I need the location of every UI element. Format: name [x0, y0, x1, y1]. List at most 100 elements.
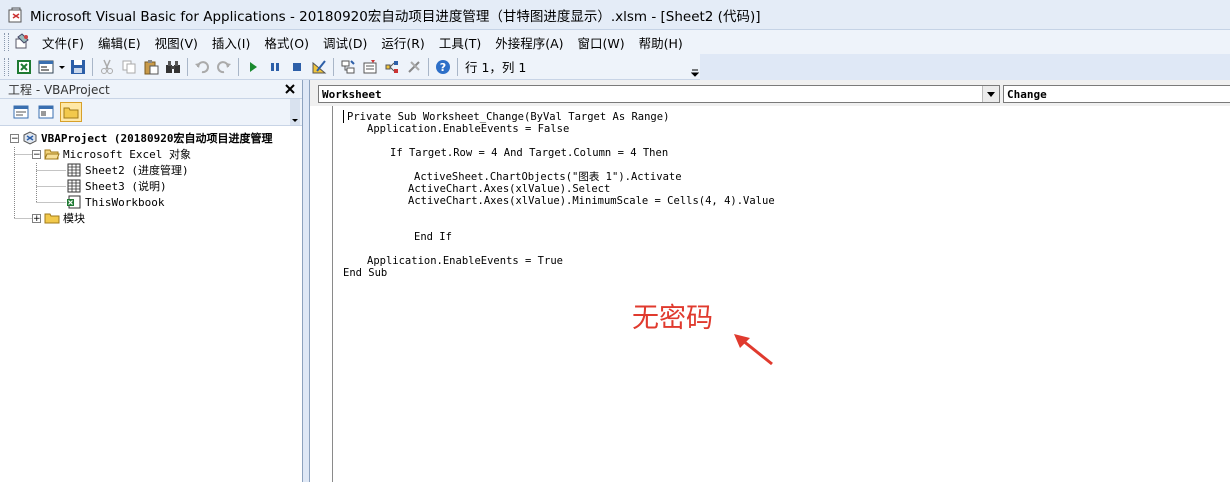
code-line[interactable]: Private Sub Worksheet_Change(ByVal Targe…	[347, 111, 669, 123]
view-code-button[interactable]	[10, 102, 32, 122]
object-combobox[interactable]: Worksheet	[318, 85, 1000, 103]
code-line[interactable]: ActiveSheet.ChartObjects("图表 1").Activat…	[414, 171, 682, 183]
tree-label: ThisWorkbook	[85, 195, 165, 209]
undo-icon	[195, 60, 209, 73]
code-margin-indicator-bar[interactable]	[310, 106, 333, 482]
project-tree: − VBAProject (20180920宏自动项目进度管理 − Micros…	[0, 126, 302, 225]
properties-window-button[interactable]	[359, 56, 381, 78]
menu-view[interactable]: 视图(V)	[148, 31, 205, 54]
tree-node-thisworkbook[interactable]: ThisWorkbook	[66, 194, 164, 210]
find-button[interactable]	[162, 56, 184, 78]
design-mode-button[interactable]	[308, 56, 330, 78]
play-icon	[250, 61, 257, 72]
toolbox-button[interactable]	[403, 56, 425, 78]
menu-insert[interactable]: 插入(I)	[205, 31, 257, 54]
tree-label: Sheet3 (说明)	[85, 180, 167, 193]
code-line[interactable]: ActiveChart.Axes(xlValue).Select	[408, 183, 610, 195]
insert-dropdown-button[interactable]	[57, 56, 67, 78]
run-button[interactable]	[242, 56, 264, 78]
insert-userform-button[interactable]	[35, 56, 57, 78]
cut-button[interactable]	[96, 56, 118, 78]
menu-debug[interactable]: 调试(D)	[316, 31, 374, 54]
excel-icon	[17, 59, 31, 74]
code-line[interactable]: ActiveChart.Axes(xlValue).MinimumScale =…	[408, 195, 775, 207]
design-mode-icon	[312, 59, 327, 73]
excel-view-icon[interactable]	[13, 33, 31, 51]
cursor-position: 行 1，列 1	[465, 60, 527, 75]
menu-run[interactable]: 运行(R)	[374, 31, 431, 54]
tree-node-sheet3[interactable]: Sheet3 (说明)	[66, 178, 167, 194]
tree-label: Sheet2 (进度管理)	[85, 164, 189, 177]
redo-icon	[217, 60, 231, 73]
project-explorer-close-button[interactable]	[282, 81, 298, 97]
tree-node-vbaproject[interactable]: − VBAProject (20180920宏自动项目进度管理	[10, 130, 272, 146]
procedure-combobox[interactable]: Change	[1003, 85, 1230, 103]
scissors-icon	[101, 59, 113, 74]
break-button[interactable]	[264, 56, 286, 78]
vba-app-icon	[8, 7, 22, 22]
menu-format[interactable]: 格式(O)	[257, 31, 316, 54]
project-toolbar-overflow[interactable]	[290, 99, 300, 125]
code-editor[interactable]: Private Sub Worksheet_Change(ByVal Targe…	[333, 106, 1230, 482]
toolbar-options-button[interactable]	[690, 56, 700, 78]
code-line[interactable]: End Sub	[343, 267, 387, 279]
paste-icon	[144, 59, 159, 74]
menu-edit[interactable]: 编辑(E)	[91, 31, 148, 54]
dropdown-arrow-icon	[59, 65, 65, 69]
menu-help[interactable]: 帮助(H)	[632, 31, 690, 54]
undo-button[interactable]	[191, 56, 213, 78]
toolbar-separator	[187, 57, 188, 76]
tree-node-excel-objects[interactable]: − Microsoft Excel 对象	[32, 146, 191, 162]
procedure-combobox-value: Change	[1007, 87, 1047, 101]
text-caret	[343, 110, 344, 123]
project-explorer-header: 工程 - VBAProject	[0, 80, 302, 99]
menu-addins[interactable]: 外接程序(A)	[488, 31, 570, 54]
properties-icon	[363, 59, 377, 73]
code-line[interactable]: End If	[414, 231, 452, 243]
worksheet-icon	[67, 179, 81, 193]
title-bar: Microsoft Visual Basic for Applications …	[0, 0, 1230, 30]
code-line[interactable]: Application.EnableEvents = False	[367, 123, 569, 135]
tree-node-modules[interactable]: + 模块	[32, 210, 85, 226]
menu-grip[interactable]	[4, 33, 9, 51]
copy-button[interactable]	[118, 56, 140, 78]
object-browser-icon	[385, 60, 398, 73]
toolbar-grip[interactable]	[4, 57, 9, 76]
workbook-icon	[67, 195, 81, 209]
annotation-text: 无密码	[632, 303, 713, 334]
redo-button[interactable]	[213, 56, 235, 78]
copy-icon	[122, 60, 136, 73]
reset-button[interactable]	[286, 56, 308, 78]
view-object-button[interactable]	[35, 102, 57, 122]
tree-node-sheet2[interactable]: Sheet2 (进度管理)	[66, 162, 189, 178]
toolbar-separator	[333, 57, 334, 76]
paste-button[interactable]	[140, 56, 162, 78]
toggle-folders-button[interactable]	[60, 102, 82, 122]
object-browser-button[interactable]	[381, 56, 403, 78]
view-excel-button[interactable]	[13, 56, 35, 78]
pause-icon	[271, 62, 279, 71]
collapse-toggle[interactable]: −	[32, 149, 41, 159]
menu-window[interactable]: 窗口(W)	[571, 31, 632, 54]
menu-file[interactable]: 文件(F)	[35, 31, 91, 54]
expand-toggle[interactable]: +	[32, 213, 41, 223]
collapse-toggle[interactable]: −	[10, 133, 19, 143]
folder-icon	[63, 107, 79, 119]
save-icon	[71, 59, 85, 74]
code-line[interactable]: If Target.Row = 4 And Target.Column = 4 …	[390, 147, 668, 159]
toolbox-icon	[408, 60, 420, 73]
save-button[interactable]	[67, 56, 89, 78]
object-combobox-dropdown[interactable]	[982, 86, 999, 102]
object-combobox-value: Worksheet	[322, 87, 382, 101]
menu-tools[interactable]: 工具(T)	[432, 31, 488, 54]
toolbar-separator	[238, 57, 239, 76]
menu-bar: 文件(F) 编辑(E) 视图(V) 插入(I) 格式(O) 调试(D) 运行(R…	[0, 30, 1230, 54]
toolbar-separator	[428, 57, 429, 76]
help-icon: ?	[436, 59, 450, 74]
project-explorer-icon	[341, 59, 355, 73]
code-line[interactable]: Application.EnableEvents = True	[367, 255, 563, 267]
open-folder-icon	[44, 149, 60, 160]
project-explorer-button[interactable]	[337, 56, 359, 78]
folder-icon	[44, 213, 60, 224]
help-button[interactable]: ?	[432, 56, 454, 78]
